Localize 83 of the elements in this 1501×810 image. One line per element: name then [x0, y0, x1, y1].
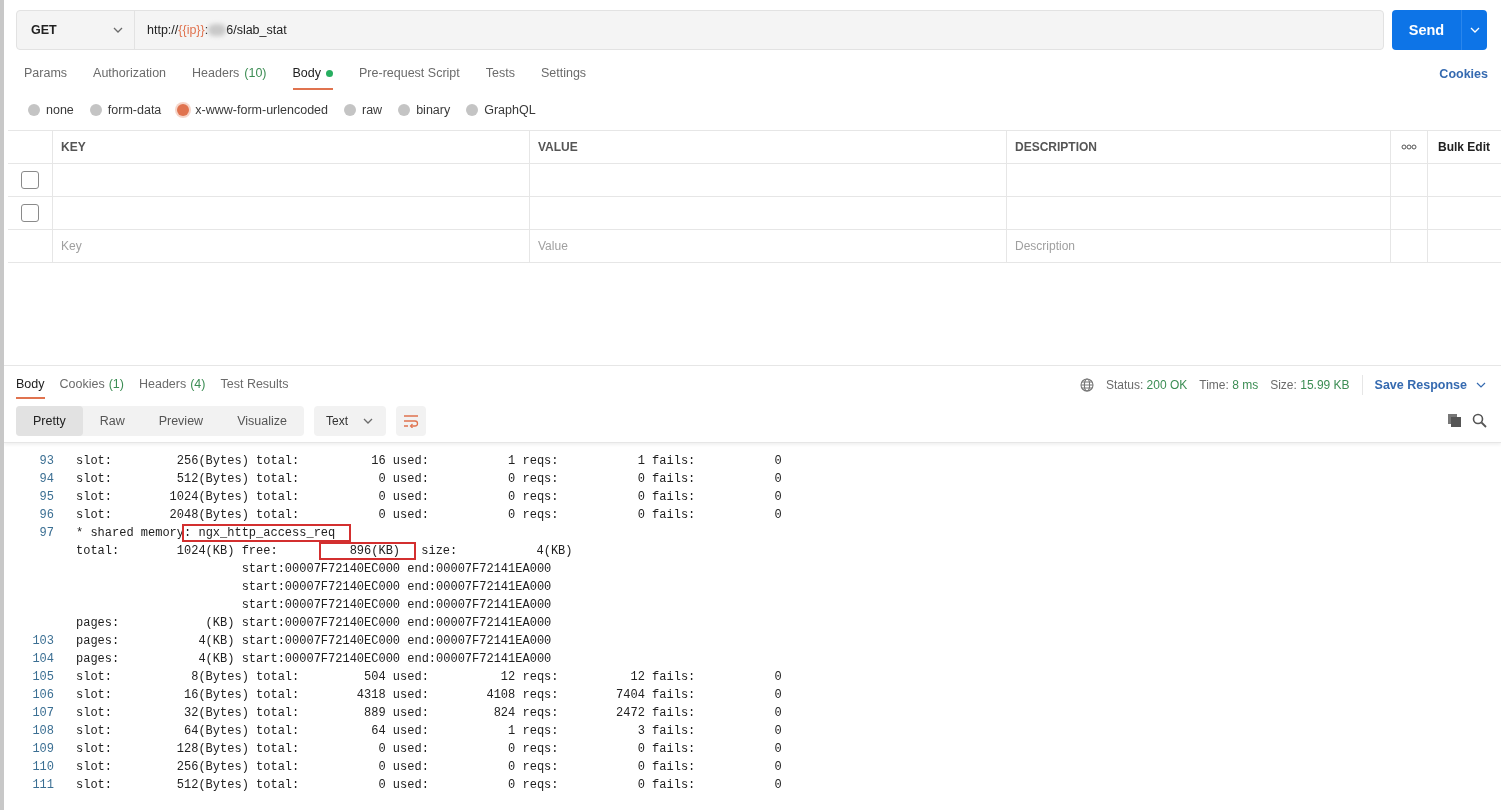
view-mode-tab[interactable]: Raw — [82, 405, 142, 436]
radio-label[interactable]: GraphQL — [484, 103, 536, 117]
save-response-button[interactable]: Save Response — [1374, 377, 1487, 392]
response-tab[interactable]: Test Results — [220, 366, 289, 399]
radio-button[interactable] — [89, 104, 102, 116]
line-number: 111 — [31, 778, 54, 792]
radio-label[interactable]: none — [46, 103, 74, 117]
code-text: start:00007F72140EC000 end:00007F72141EA000 — [240, 580, 552, 594]
cookies-link[interactable]: Cookies — [1439, 50, 1488, 90]
line-number: 106 — [31, 688, 54, 702]
code-text: pages: 4(KB) start:00007F72140EC000 end:00007F72141EA000 — [76, 634, 552, 648]
code-text: slot: 64(Bytes) total: 64 used: 1 reqs: 3 fails: 0 — [76, 724, 782, 738]
bulk-edit-link[interactable]: Bulk Edit — [1438, 140, 1490, 154]
code-text: start:00007F72140EC000 end:00007F72141EA000 — [240, 598, 552, 612]
code-text: slot: 1024(Bytes) total: 0 used: 0 reqs: 0 fails: 0 — [76, 490, 782, 504]
highlighted-code: : ngx_http_access_req — [184, 526, 350, 540]
code-text: pages: 4(KB) start:00007F72140EC000 end:00007F72141EA000 — [76, 652, 552, 666]
response-stat: Status: 200 OK — [1105, 377, 1188, 392]
wrap-lines-button[interactable] — [395, 405, 426, 436]
request-tab[interactable]: Params — [24, 50, 68, 90]
line-number: 95 — [38, 490, 54, 504]
line-number: 104 — [31, 652, 54, 666]
column-header: VALUE — [538, 140, 578, 154]
send-button[interactable]: Send — [1392, 10, 1487, 50]
line-number: 93 — [38, 454, 54, 468]
column-header: DESCRIPTION — [1015, 140, 1097, 154]
code-text: * shared memory — [76, 526, 185, 540]
request-tab[interactable]: Pre-request Script — [359, 50, 460, 90]
radio-button[interactable] — [344, 104, 356, 116]
request-tab[interactable]: Authorization — [93, 50, 167, 90]
checkbox[interactable] — [21, 204, 39, 222]
response-tab[interactable]: Body — [16, 366, 45, 399]
highlighted-code: 896(KB) — [320, 544, 415, 558]
view-mode-tab[interactable]: Visualize — [220, 405, 304, 436]
code-text: slot: 256(Bytes) total: 16 used: 1 reqs: 1 fails: 0 — [76, 454, 782, 468]
code-text: slot: 256(Bytes) total: 0 used: 0 reqs: 0 fails: 0 — [76, 760, 782, 774]
line-number: 97 — [38, 526, 54, 540]
line-number: 109 — [31, 742, 54, 756]
line-number: 107 — [31, 706, 54, 720]
radio-button[interactable] — [177, 104, 190, 116]
response-tab[interactable]: Headers (4) — [138, 366, 206, 399]
request-tab[interactable]: Headers (10) — [192, 50, 267, 90]
line-number: 96 — [38, 508, 54, 522]
code-text: total: 1024(KB) free: — [76, 544, 279, 558]
globe-icon — [1079, 377, 1094, 392]
code-text: pages: (KB) start:00007F72140EC000 end:00007F72141EA000 — [76, 616, 552, 630]
more-icon — [1401, 144, 1417, 150]
code-text: slot: 8(Bytes) total: 504 used: 12 reqs: 12 fails: 0 — [76, 670, 782, 684]
radio-button[interactable] — [466, 104, 479, 116]
wrap-lines-icon — [402, 413, 419, 428]
code-text: start:00007F72140EC000 end:00007F72141EA000 — [240, 562, 552, 576]
line-number: 108 — [31, 724, 54, 738]
radio-button[interactable] — [398, 104, 411, 116]
radio-label[interactable]: x-www-form-urlencoded — [195, 103, 328, 117]
format-dropdown[interactable]: Text — [313, 405, 386, 436]
table-cell — [1391, 197, 1428, 230]
line-number: 110 — [31, 760, 54, 774]
radio-label[interactable]: form-data — [107, 103, 162, 117]
code-text: slot: 2048(Bytes) total: 0 used: 0 reqs: 0 fails: 0 — [76, 508, 782, 522]
view-mode-tab[interactable]: Preview — [141, 405, 221, 436]
response-stat: Time: 8 ms — [1199, 377, 1259, 392]
checkbox[interactable] — [21, 171, 39, 189]
request-tab[interactable]: Tests — [485, 50, 515, 90]
copy-icon — [1447, 413, 1462, 428]
search-icon — [1472, 413, 1487, 428]
code-text: slot: 128(Bytes) total: 0 used: 0 reqs: 0 fails: 0 — [76, 742, 782, 756]
response-stat: Size: 15.99 KB — [1270, 377, 1350, 392]
code-text: slot: 512(Bytes) total: 0 used: 0 reqs: 0 fails: 0 — [76, 472, 782, 486]
response-tab[interactable]: Cookies (1) — [59, 366, 124, 399]
code-text: size: 4(KB) — [420, 544, 573, 558]
column-header: KEY — [61, 140, 86, 154]
radio-button[interactable] — [28, 104, 40, 116]
radio-label[interactable]: binary — [416, 103, 451, 117]
request-tab[interactable]: Settings — [540, 50, 587, 90]
view-mode-tab[interactable]: Pretty — [16, 405, 83, 436]
line-number: 94 — [38, 472, 54, 486]
request-tab[interactable]: Body — [292, 50, 334, 90]
line-number: 103 — [31, 634, 54, 648]
code-text: slot: 16(Bytes) total: 4318 used: 4108 reqs: 7404 fails: 0 — [76, 688, 782, 702]
radio-label[interactable]: raw — [362, 103, 383, 117]
code-text: slot: 512(Bytes) total: 0 used: 0 reqs: 0 fails: 0 — [76, 778, 782, 792]
code-text: slot: 32(Bytes) total: 889 used: 824 reqs: 2472 fails: 0 — [76, 706, 782, 720]
line-number: 105 — [31, 670, 54, 684]
